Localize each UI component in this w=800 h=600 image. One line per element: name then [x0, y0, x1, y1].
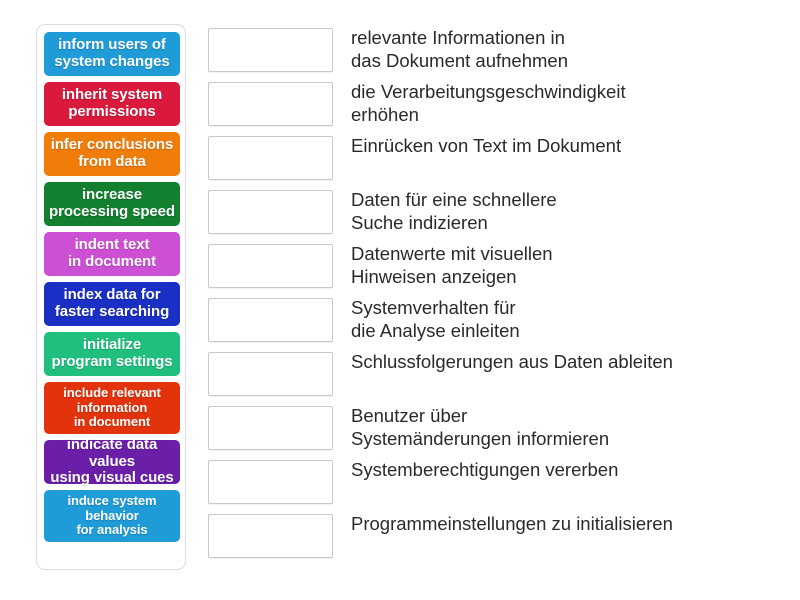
drop-target[interactable] [208, 298, 333, 342]
answer-row: relevante Informationen in das Dokument … [208, 24, 788, 78]
answer-row: Daten für eine schnellere Suche indizier… [208, 186, 788, 240]
drop-target[interactable] [208, 136, 333, 180]
draggable-tile[interactable]: indicate data values using visual cues [44, 436, 180, 486]
answer-definition-text: Systemverhalten für die Analyse einleite… [351, 297, 520, 342]
drop-target[interactable] [208, 244, 333, 288]
draggable-tile[interactable]: inform users of system changes [44, 32, 180, 76]
drop-target[interactable] [208, 190, 333, 234]
answer-definition-text: Benutzer über Systemänderungen informier… [351, 405, 610, 450]
answer-definition-text: Schlussfolgerungen aus Daten ableiten [351, 351, 673, 372]
draggable-tile[interactable]: index data for faster searching [44, 282, 180, 326]
draggable-tile[interactable]: infer conclusions from data [44, 132, 180, 176]
answer-definition-text: die Verarbeitungsgeschwindigkeit erhöhen [351, 81, 626, 126]
drop-target[interactable] [208, 28, 333, 72]
answer-row: Datenwerte mit visuellen Hinweisen anzei… [208, 240, 788, 294]
answer-row: Systemverhalten für die Analyse einleite… [208, 294, 788, 348]
draggable-tile[interactable]: indent text in document [44, 232, 180, 276]
answer-definition-text: Systemberechtigungen vererben [351, 459, 619, 480]
answer-definition-text: relevante Informationen in das Dokument … [351, 27, 568, 72]
answer-row: Schlussfolgerungen aus Daten ableiten [208, 348, 788, 402]
draggable-tile[interactable]: initialize program settings [44, 332, 180, 376]
drop-target[interactable] [208, 82, 333, 126]
drop-target[interactable] [208, 460, 333, 504]
answer-row: Systemberechtigungen vererben [208, 456, 788, 510]
match-up-activity: inform users of system changes inherit sy… [0, 0, 800, 600]
answer-rows-list: relevante Informationen in das Dokument … [208, 24, 788, 564]
drop-target[interactable] [208, 352, 333, 396]
draggable-tile[interactable]: include relevant information in document [44, 382, 180, 434]
answer-definition-text: Datenwerte mit visuellen Hinweisen anzei… [351, 243, 553, 288]
drop-target[interactable] [208, 514, 333, 558]
draggable-tile[interactable]: increase processing speed [44, 182, 180, 226]
answer-definition-text: Programmeinstellungen zu initialisieren [351, 513, 673, 534]
answer-row: Einrücken von Text im Dokument [208, 132, 788, 186]
answer-definition-text: Daten für eine schnellere Suche indizier… [351, 189, 557, 234]
answer-row: die Verarbeitungsgeschwindigkeit erhöhen [208, 78, 788, 132]
answer-row: Programmeinstellungen zu initialisieren [208, 510, 788, 564]
drop-target[interactable] [208, 406, 333, 450]
draggable-tiles-panel: inform users of system changes inherit sy… [36, 24, 186, 570]
answer-definition-text: Einrücken von Text im Dokument [351, 135, 622, 156]
draggable-tile[interactable]: induce system behavior for analysis [44, 490, 180, 542]
draggable-tile[interactable]: inherit system permissions [44, 82, 180, 126]
answer-row: Benutzer über Systemänderungen informier… [208, 402, 788, 456]
